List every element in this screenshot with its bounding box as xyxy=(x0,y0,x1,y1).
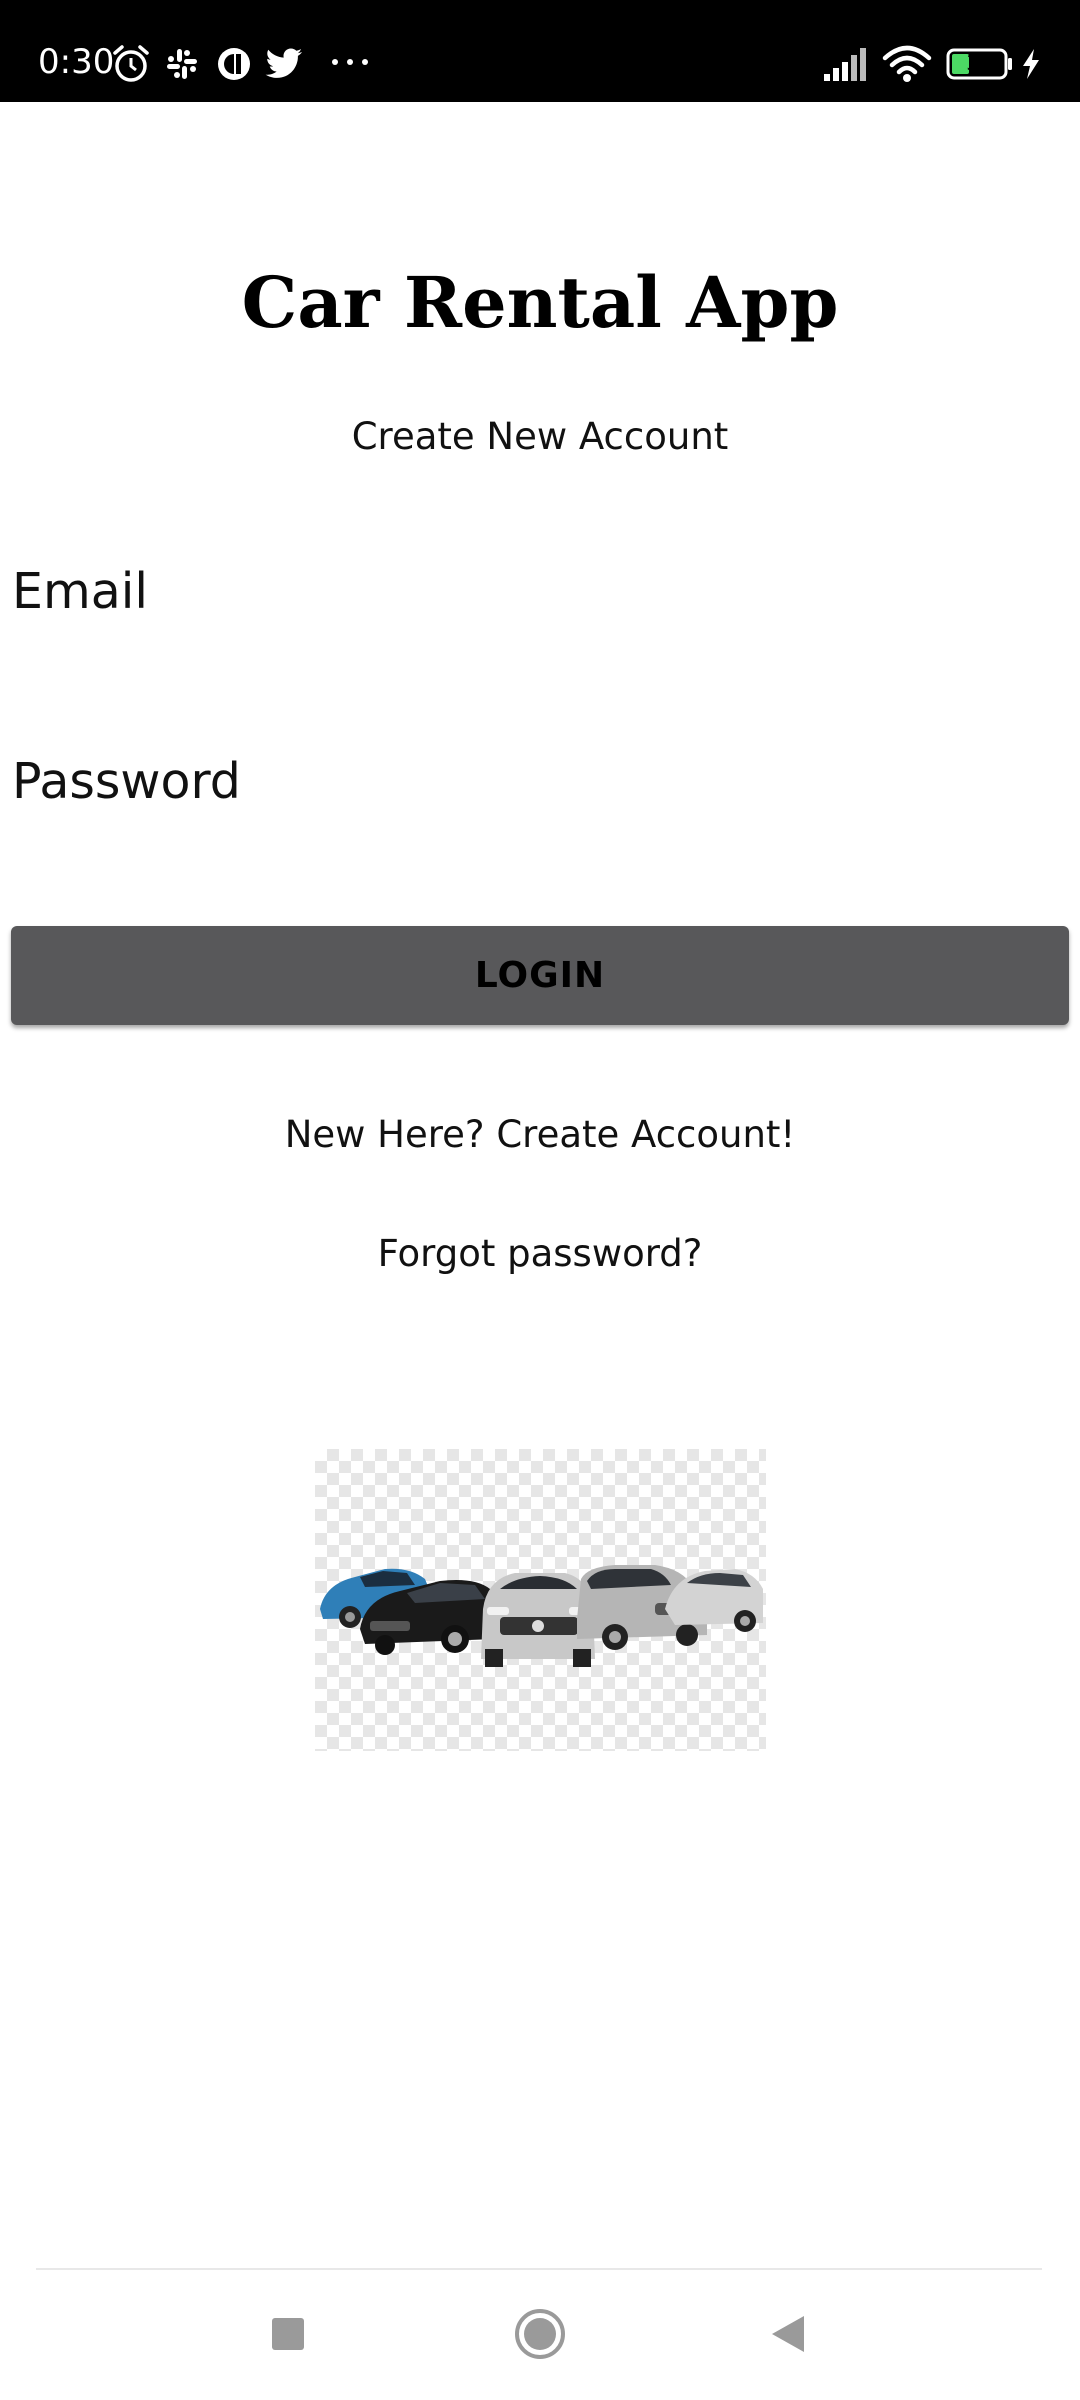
status-bar: 0:30 33 xyxy=(0,0,1080,102)
home-icon[interactable] xyxy=(514,2308,566,2360)
status-time: 0:30 xyxy=(38,42,115,82)
password-label: Password xyxy=(12,753,241,810)
twitter-icon xyxy=(265,48,302,78)
cars-image xyxy=(315,1449,766,1751)
more-dots-icon xyxy=(332,59,368,65)
alarm-icon xyxy=(113,45,149,82)
password-input[interactable] xyxy=(12,830,1068,900)
signal-icon xyxy=(824,48,866,81)
nav-divider xyxy=(36,2268,1042,2270)
forgot-password-link[interactable]: Forgot password? xyxy=(0,1229,1080,1279)
create-account-heading: Create New Account xyxy=(351,415,729,458)
cars-illustration xyxy=(320,1565,763,1667)
wifi-icon xyxy=(882,45,932,82)
email-label: Email xyxy=(12,563,148,620)
back-icon[interactable] xyxy=(768,2313,808,2355)
email-input[interactable] xyxy=(12,640,1068,710)
battery-level: 33 xyxy=(966,51,992,75)
slack-icon xyxy=(167,49,197,79)
create-account-link[interactable]: New Here? Create Account! xyxy=(0,1110,1080,1160)
app-title: Car Rental App xyxy=(241,261,839,344)
circle-app-icon xyxy=(218,48,250,80)
login-button[interactable]: LOGIN xyxy=(11,926,1069,1025)
recents-icon[interactable] xyxy=(270,2316,306,2352)
charging-icon xyxy=(1023,49,1039,79)
